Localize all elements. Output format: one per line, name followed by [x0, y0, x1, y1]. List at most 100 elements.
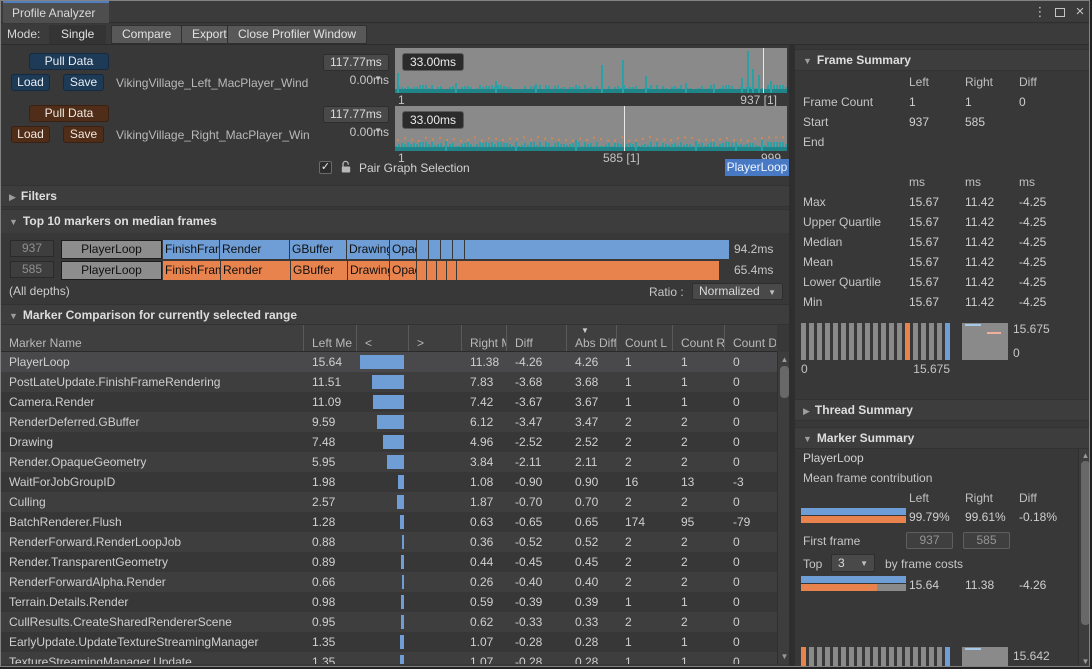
table-row[interactable]: Culling2.571.87-0.700.70220	[1, 492, 777, 512]
marker-segment[interactable]	[441, 240, 452, 259]
table-row[interactable]: Camera.Render11.097.42-3.673.67110	[1, 392, 777, 412]
cell-left-median: 2.57	[304, 492, 357, 512]
pull-data-right-button[interactable]: Pull Data	[29, 105, 109, 122]
table-row[interactable]: Render.TransparentGeometry0.890.44-0.450…	[1, 552, 777, 572]
marker-segment[interactable]: FinishFrameR	[163, 240, 219, 259]
left-range-dropdown[interactable]: 117.77ms▼	[323, 54, 389, 71]
marker-segment[interactable]	[417, 261, 426, 280]
root-marker-segment[interactable]: PlayerLoop	[61, 261, 162, 280]
cell-abs-diff: 0.90	[567, 472, 617, 492]
maximize-icon[interactable]	[1055, 8, 1065, 17]
pull-data-left-button[interactable]: Pull Data	[29, 53, 109, 70]
selected-marker-chip[interactable]: PlayerLoop	[725, 159, 789, 176]
table-row[interactable]: Drawing7.484.96-2.522.52220	[1, 432, 777, 452]
column-left-bigger[interactable]: <	[357, 325, 409, 351]
frame-costs-bar	[801, 576, 906, 592]
cell-count-left: 1	[617, 372, 673, 392]
close-profiler-window-button[interactable]: Close Profiler Window	[227, 25, 367, 44]
marker-summary-header[interactable]: ▼Marker Summary	[795, 427, 1090, 449]
summary-scrollbar[interactable]: ▲ ▼	[1078, 449, 1090, 667]
marker-segment[interactable]: Opaqu	[390, 261, 416, 280]
first-frame-right-button[interactable]: 585	[963, 532, 1010, 549]
table-row[interactable]: PlayerLoop15.6411.38-4.264.26110	[1, 352, 777, 372]
marker-segment[interactable]	[447, 261, 456, 280]
close-icon[interactable]: ×	[1072, 3, 1088, 21]
histogram-bar	[849, 323, 854, 360]
column-abs-diff[interactable]: ▼Abs Diff	[567, 325, 617, 351]
marker-segment[interactable]: Render	[221, 261, 290, 280]
marker-segment[interactable]	[437, 261, 446, 280]
table-scrollbar-thumb[interactable]	[780, 366, 789, 398]
save-left-button[interactable]: Save	[63, 74, 104, 91]
top10-section-header[interactable]: ▼Top 10 markers on median frames	[1, 209, 789, 233]
tab-profile-analyzer[interactable]: Profile Analyzer	[3, 1, 109, 23]
scroll-up-icon[interactable]: ▲	[1079, 451, 1090, 460]
table-row[interactable]: RenderForwardAlpha.Render0.660.26-0.400.…	[1, 572, 777, 592]
root-marker-segment[interactable]: PlayerLoop	[61, 240, 162, 259]
right-range-dropdown[interactable]: 117.77ms▼	[323, 106, 389, 123]
load-right-button[interactable]: Load	[11, 126, 50, 143]
mode-single-button[interactable]: Single	[49, 25, 106, 44]
marker-segment[interactable]: Drawing	[348, 261, 389, 280]
pair-graph-selection-checkbox[interactable]: ✓	[319, 161, 332, 174]
left-bigger-bar	[401, 555, 404, 569]
column-left-median[interactable]: Left Me	[304, 325, 357, 351]
frame-number-button[interactable]: 937	[10, 240, 54, 257]
save-right-button[interactable]: Save	[63, 126, 104, 143]
table-row[interactable]: EarlyUpdate.UpdateTextureStreamingManage…	[1, 632, 777, 652]
first-frame-left-button[interactable]: 937	[906, 532, 953, 549]
table-row[interactable]: Render.OpaqueGeometry5.953.84-2.112.1122…	[1, 452, 777, 472]
top10-marker-bar[interactable]: PlayerLoopFinishFrameRRenderGBufferDrawi…	[61, 261, 719, 280]
marker-segment[interactable]: Opaqu	[390, 240, 416, 259]
top10-marker-bar[interactable]: PlayerLoopFinishFrameRRenderGBufferDrawi…	[61, 240, 729, 259]
column-right-median[interactable]: Right M	[462, 325, 507, 351]
filters-section-header[interactable]: ▶Filters	[1, 185, 789, 207]
table-row[interactable]: TextureStreamingManager.Update1.351.07-0…	[1, 652, 777, 664]
column-count-diff[interactable]: Count D	[725, 325, 776, 351]
column-count-left[interactable]: Count L	[617, 325, 673, 351]
column-right-bigger[interactable]: >	[409, 325, 462, 351]
table-row[interactable]: PostLateUpdate.FinishFrameRendering11.51…	[1, 372, 777, 392]
frame-summary-header[interactable]: ▼Frame Summary	[795, 49, 1090, 71]
cell-right-median: 0.44	[462, 552, 507, 572]
ratio-dropdown[interactable]: Normalized▼	[692, 283, 783, 300]
mode-compare-button[interactable]: Compare	[111, 25, 182, 44]
marker-segment[interactable]	[429, 240, 440, 259]
cell-count-right: 2	[673, 552, 725, 572]
column-diff[interactable]: Diff	[507, 325, 567, 351]
marker-segment[interactable]: FinishFrameR	[163, 261, 220, 280]
comparison-section-header[interactable]: ▼Marker Comparison for currently selecte…	[1, 304, 789, 325]
table-row[interactable]: Terrain.Details.Render0.980.59-0.390.391…	[1, 592, 777, 612]
lock-icon[interactable]	[340, 160, 352, 177]
scroll-down-icon[interactable]: ▼	[1079, 657, 1090, 666]
marker-segment[interactable]: Render	[220, 240, 289, 259]
marker-segment[interactable]: GBuffer	[291, 261, 347, 280]
table-row[interactable]: WaitForJobGroupID1.981.08-0.900.901613-3	[1, 472, 777, 492]
marker-segment[interactable]: GBuffer	[290, 240, 346, 259]
left-frames-graph[interactable]: 33.00ms	[395, 48, 787, 93]
column-count-right[interactable]: Count R	[673, 325, 725, 351]
kebab-menu-icon[interactable]: ⋮	[1032, 3, 1048, 21]
thread-summary-header[interactable]: ▶Thread Summary	[795, 399, 1090, 421]
right-frames-graph[interactable]: 33.00ms	[395, 106, 787, 151]
cell-diff: -4.26	[507, 352, 567, 372]
summary-scrollbar-thumb[interactable]	[1081, 461, 1090, 625]
column-marker-name[interactable]: Marker Name	[1, 325, 304, 351]
marker-segment[interactable]	[453, 240, 464, 259]
marker-segment[interactable]	[457, 261, 719, 280]
marker-segment[interactable]	[417, 240, 428, 259]
load-left-button[interactable]: Load	[11, 74, 50, 91]
cell-count-diff: 0	[725, 372, 776, 392]
marker-segment[interactable]: Drawing	[347, 240, 389, 259]
table-row[interactable]: CullResults.CreateSharedRendererScene0.9…	[1, 612, 777, 632]
table-row[interactable]: RenderDeferred.GBuffer9.596.12-3.473.472…	[1, 412, 777, 432]
frame-number-button[interactable]: 585	[10, 261, 54, 278]
cell-diff: -0.33	[507, 612, 567, 632]
top-n-dropdown[interactable]: 3▼	[831, 554, 875, 572]
table-row[interactable]: RenderForward.RenderLoopJob0.880.36-0.52…	[1, 532, 777, 552]
marker-segment[interactable]	[465, 240, 729, 259]
cell-abs-diff: 0.28	[567, 652, 617, 664]
marker-segment[interactable]	[427, 261, 436, 280]
table-row[interactable]: BatchRenderer.Flush1.280.63-0.650.651749…	[1, 512, 777, 532]
cell-left-median: 7.48	[304, 432, 357, 452]
